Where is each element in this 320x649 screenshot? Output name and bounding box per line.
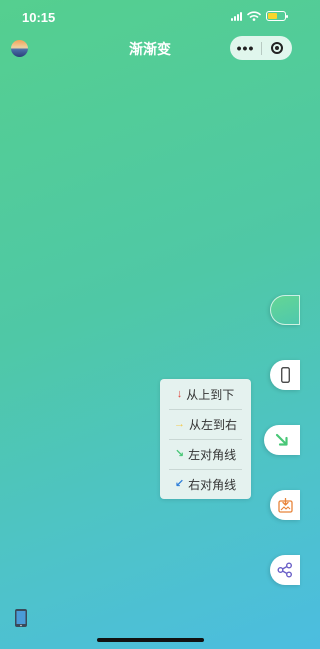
menu-item-label: 左对角线 <box>188 448 237 462</box>
home-indicator <box>97 638 204 642</box>
status-time: 10:15 <box>22 10 56 25</box>
battery-icon <box>266 11 288 21</box>
share-icon <box>277 562 292 578</box>
nav-bar: 渐渐变 ••• <box>0 34 300 62</box>
menu-item-left-to-right[interactable]: → 从左到右 <box>168 410 243 439</box>
close-button[interactable] <box>262 42 292 54</box>
phone-outline-icon <box>280 367 290 383</box>
direction-menu: ↓ 从上到下 → 从左到右 ↘ 左对角线 ↙ 右对角线 <box>160 379 251 499</box>
arrow-down-right-icon: ↘ <box>174 448 185 460</box>
menu-item-label: 从上到下 <box>186 388 235 402</box>
arrow-down-right-icon <box>275 433 288 446</box>
arrow-right-icon: → <box>173 418 185 430</box>
wifi-icon <box>247 11 261 21</box>
direction-button[interactable] <box>264 425 300 455</box>
share-button[interactable] <box>270 555 300 585</box>
save-image-icon <box>277 497 293 513</box>
phone-preview-button[interactable] <box>270 360 300 390</box>
status-bar: 10:15 <box>0 0 300 34</box>
status-icons <box>231 11 288 21</box>
mini-program-capsule: ••• <box>230 36 292 60</box>
menu-item-left-diagonal[interactable]: ↘ 左对角线 <box>168 440 243 469</box>
arrow-down-left-icon: ↙ <box>174 478 185 490</box>
more-menu-button[interactable]: ••• <box>230 36 261 60</box>
gradient-swatch-button[interactable] <box>270 295 300 325</box>
menu-item-top-to-bottom[interactable]: ↓ 从上到下 <box>168 380 243 409</box>
save-image-button[interactable] <box>270 490 300 520</box>
menu-item-right-diagonal[interactable]: ↙ 右对角线 <box>168 470 243 499</box>
signal-icon <box>231 11 242 21</box>
menu-item-label: 右对角线 <box>188 478 237 492</box>
target-icon <box>271 42 283 54</box>
phone-color-icon[interactable] <box>14 608 28 628</box>
menu-item-label: 从左到右 <box>188 418 237 432</box>
arrow-down-icon: ↓ <box>176 388 183 400</box>
